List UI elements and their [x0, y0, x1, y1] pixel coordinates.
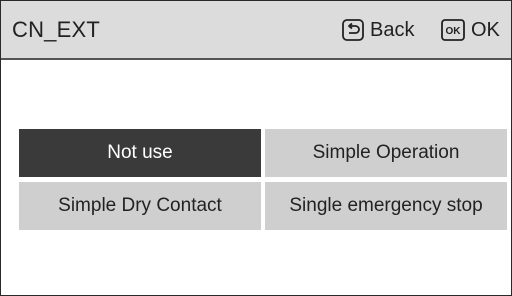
option-single-emergency-stop[interactable]: Single emergency stop	[265, 182, 507, 230]
ok-key-icon-text: OK	[446, 26, 462, 37]
option-simple-operation[interactable]: Simple Operation	[265, 129, 507, 177]
option-label: Not use	[107, 142, 173, 163]
ok-button[interactable]: OK OK	[441, 17, 500, 43]
page-title: CN_EXT	[12, 17, 100, 42]
option-label: Simple Operation	[312, 142, 460, 163]
header-bar: CN_EXT Back OK OK	[1, 1, 511, 60]
ok-label: OK	[471, 18, 500, 41]
return-arrow-icon	[342, 19, 364, 41]
back-label: Back	[370, 18, 415, 41]
option-simple-dry-contact[interactable]: Simple Dry Contact	[19, 182, 261, 230]
ok-key-icon: OK	[441, 19, 465, 41]
option-not-use[interactable]: Not use	[19, 129, 261, 177]
screen-frame: CN_EXT Back OK OK Not use Simple Operati…	[0, 0, 512, 296]
option-label: Single emergency stop	[289, 195, 483, 216]
back-button[interactable]: Back	[342, 17, 414, 43]
option-label: Simple Dry Contact	[58, 195, 222, 216]
